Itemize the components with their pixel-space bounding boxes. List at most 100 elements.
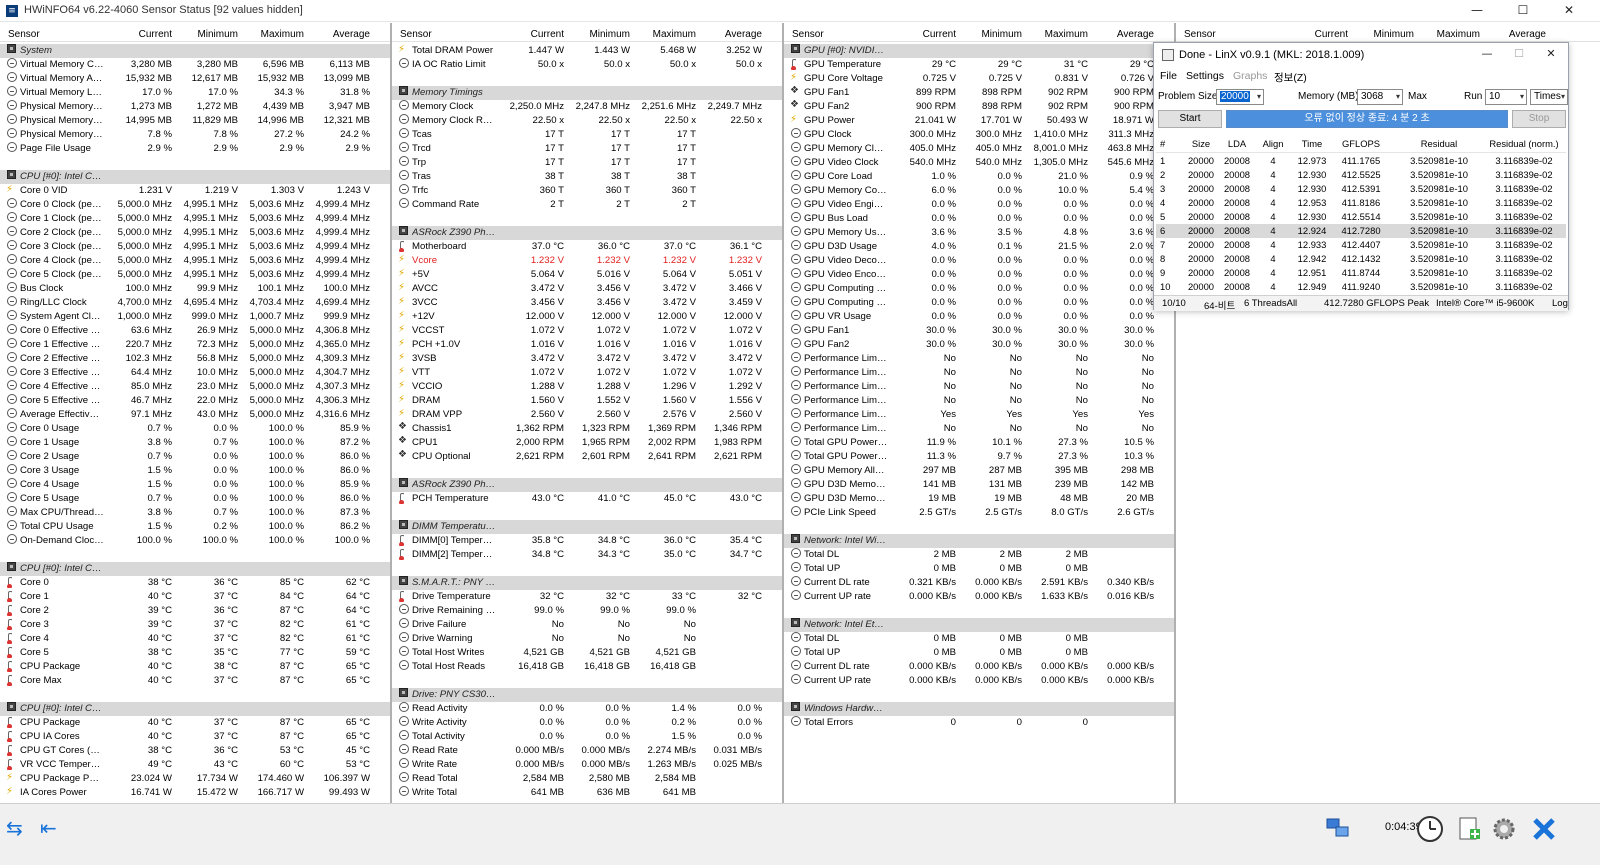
menu-info[interactable]: 정보(Z): [1274, 70, 1307, 85]
problem-size-combo[interactable]: 20000 ▾: [1216, 89, 1264, 105]
results-row[interactable]: 5 20000 20008 4 12.930 412.5514 3.520981e-10 3.…: [1156, 210, 1566, 224]
results-row[interactable]: 1 20000 20008 4 12.973 411.1765 3.520981e-10 3.…: [1156, 154, 1566, 168]
sensor-row[interactable]: GPU Video Encode 0... 0.0 % 0.0 % 0.0 % 0.0 …: [784, 268, 1174, 282]
sensor-row[interactable]: Core 1 40 °C 37 °C 84 °C 64 °C: [0, 590, 390, 604]
header-minimum[interactable]: Minimum: [1352, 29, 1414, 40]
sensor-row[interactable]: Performance Limit - ... No No No No: [784, 394, 1174, 408]
linx-minimize-button[interactable]: —: [1472, 44, 1502, 66]
add-report-icon[interactable]: [1456, 815, 1484, 841]
sensor-row[interactable]: Core 4 40 °C 37 °C 82 °C 61 °C: [0, 632, 390, 646]
sensor-row[interactable]: Core 2 Clock (perf ... 5,000.0 MHz 4,995.1…: [0, 226, 390, 240]
sensor-row[interactable]: GPU Fan2 30.0 % 30.0 % 30.0 % 30.0 %: [784, 338, 1174, 352]
sensor-row[interactable]: Write Rate 0.000 MB/s 0.000 MB/s 1.263 MB/s…: [392, 758, 782, 772]
sensor-row[interactable]: Core 5 Effective Clock 46.7 MHz 22.0 MHz 5,…: [0, 394, 390, 408]
sensor-row[interactable]: Chassis1 1,362 RPM 1,323 RPM 1,369 RPM 1,346…: [392, 422, 782, 436]
header-minimum[interactable]: Minimum: [568, 29, 630, 40]
header-sensor[interactable]: Sensor: [792, 29, 874, 40]
sensor-row[interactable]: CPU Package 40 °C 37 °C 87 °C 65 °C: [0, 716, 390, 730]
sensor-row[interactable]: DRAM VPP 2.560 V 2.560 V 2.576 V 2.560 V: [392, 408, 782, 422]
sensor-row[interactable]: Physical Memory Av... 14,995 MB 11,829 MB 1…: [0, 114, 390, 128]
sensor-row[interactable]: Vcore 1.232 V 1.232 V 1.232 V 1.232 V: [392, 254, 782, 268]
sensor-row[interactable]: Core 0 VID 1.231 V 1.219 V 1.303 V 1.243 V: [0, 184, 390, 198]
sensor-row[interactable]: Average Effective ... 97.1 MHz 43.0 MHz 5,0…: [0, 408, 390, 422]
header-maximum[interactable]: Maximum: [1024, 29, 1088, 40]
results-column-header[interactable]: Residual: [1404, 135, 1474, 153]
sensor-row[interactable]: Total CPU Usage 1.5 % 0.2 % 100.0 % 86.2 %: [0, 520, 390, 534]
sensor-row[interactable]: PCIe Link Speed 2.5 GT/s 2.5 GT/s 8.0 GT/s 2…: [784, 506, 1174, 520]
sensor-row[interactable]: Total Host Reads 16,418 GB 16,418 GB 16,418…: [392, 660, 782, 674]
results-column-header[interactable]: #: [1160, 135, 1176, 153]
sensor-group-header[interactable]: GPU [#0]: NVIDIA G...: [784, 44, 1174, 58]
sensor-row[interactable]: DRAM 1.560 V 1.552 V 1.560 V 1.556 V: [392, 394, 782, 408]
sensor-row[interactable]: PCH Temperature 43.0 °C 41.0 °C 45.0 °C 43.0…: [392, 492, 782, 506]
results-row[interactable]: 10 20000 20008 4 12.949 411.9240 3.520981e-10 3…: [1156, 280, 1566, 294]
sensor-row[interactable]: Core 3 Effective Clock 64.4 MHz 10.0 MHz 5,…: [0, 366, 390, 380]
sensor-row[interactable]: Read Activity 0.0 % 0.0 % 1.4 % 0.0 %: [392, 702, 782, 716]
collapse-arrows-icon[interactable]: ⇤: [40, 815, 68, 841]
header-average[interactable]: Average: [306, 29, 370, 40]
sensor-pane-3[interactable]: Sensor Current Minimum Maximum Average GPU [#…: [784, 23, 1176, 803]
sensor-row[interactable]: Write Activity 0.0 % 0.0 % 0.2 % 0.0 %: [392, 716, 782, 730]
sensor-row[interactable]: Drive Temperature 32 °C 32 °C 33 °C 32 °C: [392, 590, 782, 604]
sensor-row[interactable]: On-Demand Clock ... 100.0 % 100.0 % 100.0 %…: [0, 534, 390, 548]
sensor-row[interactable]: CPU Optional 2,621 RPM 2,601 RPM 2,641 RPM 2…: [392, 450, 782, 464]
results-row[interactable]: 8 20000 20008 4 12.942 412.1432 3.520981e-10 3.…: [1156, 252, 1566, 266]
sensor-row[interactable]: Core 5 Usage 0.7 % 0.0 % 100.0 % 86.0 %: [0, 492, 390, 506]
header-sensor[interactable]: Sensor: [8, 29, 90, 40]
minimize-button[interactable]: —: [1454, 0, 1500, 22]
navigate-left-right-icon[interactable]: ⇆: [6, 815, 34, 841]
sensor-row[interactable]: GPU Clock 300.0 MHz 300.0 MHz 1,410.0 MHz 31…: [784, 128, 1174, 142]
sensor-row[interactable]: Total DRAM Power 1.447 W 1.443 W 5.468 W 3.2…: [392, 44, 782, 58]
sensor-row[interactable]: Drive Failure No No No: [392, 618, 782, 632]
sensor-group-header[interactable]: Memory Timings: [392, 86, 782, 100]
sensor-row[interactable]: Write Total 641 MB 636 MB 641 MB: [392, 786, 782, 800]
sensor-row[interactable]: CPU Package 40 °C 38 °C 87 °C 65 °C: [0, 660, 390, 674]
sensor-row[interactable]: Core 2 39 °C 36 °C 87 °C 64 °C: [0, 604, 390, 618]
sensor-group-header[interactable]: System: [0, 44, 390, 58]
header-current[interactable]: Current: [100, 29, 172, 40]
results-row[interactable]: 2 20000 20008 4 12.930 412.5525 3.520981e-10 3.…: [1156, 168, 1566, 182]
menu-file[interactable]: File: [1160, 70, 1177, 82]
sensor-row[interactable]: Current UP rate 0.000 KB/s 0.000 KB/s 0.000…: [784, 674, 1174, 688]
sensor-row[interactable]: Core 1 Usage 3.8 % 0.7 % 100.0 % 87.2 %: [0, 436, 390, 450]
maximize-button[interactable]: ☐: [1500, 0, 1546, 22]
sensor-group-header[interactable]: CPU [#0]: Intel Cor...: [0, 562, 390, 576]
results-row[interactable]: 9 20000 20008 4 12.951 411.8744 3.520981e-10 3.…: [1156, 266, 1566, 280]
sensor-row[interactable]: DIMM[0] Temperature 35.8 °C 34.8 °C 36.0 °C…: [392, 534, 782, 548]
sensor-row[interactable]: Core 1 Clock (perf ... 5,000.0 MHz 4,995.1…: [0, 212, 390, 226]
sensor-row[interactable]: Memory Clock Ratio 22.50 x 22.50 x 22.50 x 2…: [392, 114, 782, 128]
sensor-row[interactable]: IA OC Ratio Limit 50.0 x 50.0 x 50.0 x 50.0 …: [392, 58, 782, 72]
linx-window[interactable]: Done - LinX v0.9.1 (MKL: 2018.1.009) — ☐…: [1153, 42, 1569, 312]
sensor-row[interactable]: GPU Video Decode 0... 0.0 % 0.0 % 0.0 % 0.0 …: [784, 254, 1174, 268]
header-average[interactable]: Average: [1482, 29, 1546, 40]
sensor-row[interactable]: CPU GT Cores (Gra... 38 °C 36 °C 53 °C 45 °C: [0, 744, 390, 758]
sensor-row[interactable]: GPU Power 21.041 W 17.701 W 50.493 W 18.971 …: [784, 114, 1174, 128]
sensor-group-header[interactable]: DIMM Temperature...: [392, 520, 782, 534]
sensor-row[interactable]: GPU Fan2 900 RPM 898 RPM 902 RPM 900 RPM: [784, 100, 1174, 114]
sensor-row[interactable]: Total UP 0 MB 0 MB 0 MB: [784, 646, 1174, 660]
sensor-row[interactable]: Core 3 39 °C 37 °C 82 °C 61 °C: [0, 618, 390, 632]
sensor-row[interactable]: Trcd 17 T 17 T 17 T: [392, 142, 782, 156]
header-maximum[interactable]: Maximum: [1416, 29, 1480, 40]
times-combo[interactable]: Times ▾: [1530, 89, 1568, 105]
sensor-row[interactable]: Current DL rate 0.000 KB/s 0.000 KB/s 0.000…: [784, 660, 1174, 674]
sensor-row[interactable]: Physical Memory Used 1,273 MB 1,272 MB 4,43…: [0, 100, 390, 114]
sensor-row[interactable]: Core 5 38 °C 35 °C 77 °C 59 °C: [0, 646, 390, 660]
network-icon[interactable]: [1324, 815, 1352, 841]
sensor-row[interactable]: Virtual Memory Avai... 15,932 MB 12,617 MB…: [0, 72, 390, 86]
header-current[interactable]: Current: [884, 29, 956, 40]
start-button[interactable]: Start: [1158, 110, 1222, 128]
run-combo[interactable]: 10 ▾: [1485, 89, 1527, 105]
sensor-row[interactable]: Command Rate 2 T 2 T 2 T: [392, 198, 782, 212]
sensor-row[interactable]: GPU D3D Memory D... 141 MB 131 MB 239 MB 142…: [784, 478, 1174, 492]
sensor-row[interactable]: GPU Temperature 29 °C 29 °C 31 °C 29 °C: [784, 58, 1174, 72]
sensor-group-header[interactable]: CPU [#0]: Intel Cor...: [0, 702, 390, 716]
sensor-row[interactable]: +5V 5.064 V 5.016 V 5.064 V 5.051 V: [392, 268, 782, 282]
close-x-icon[interactable]: [1530, 815, 1558, 841]
results-row[interactable]: 4 20000 20008 4 12.953 411.8186 3.520981e-10 3.…: [1156, 196, 1566, 210]
sensor-row[interactable]: Physical Memory Load 7.8 % 7.8 % 27.2 % 24.2…: [0, 128, 390, 142]
sensor-row[interactable]: Bus Clock 100.0 MHz 99.9 MHz 100.1 MHz 100.0…: [0, 282, 390, 296]
sensor-row[interactable]: GPU Core Voltage 0.725 V 0.725 V 0.831 V 0.7…: [784, 72, 1174, 86]
results-column-header[interactable]: LDA: [1220, 135, 1254, 153]
sensor-row[interactable]: GPU Video Clock 540.0 MHz 540.0 MHz 1,305.0…: [784, 156, 1174, 170]
